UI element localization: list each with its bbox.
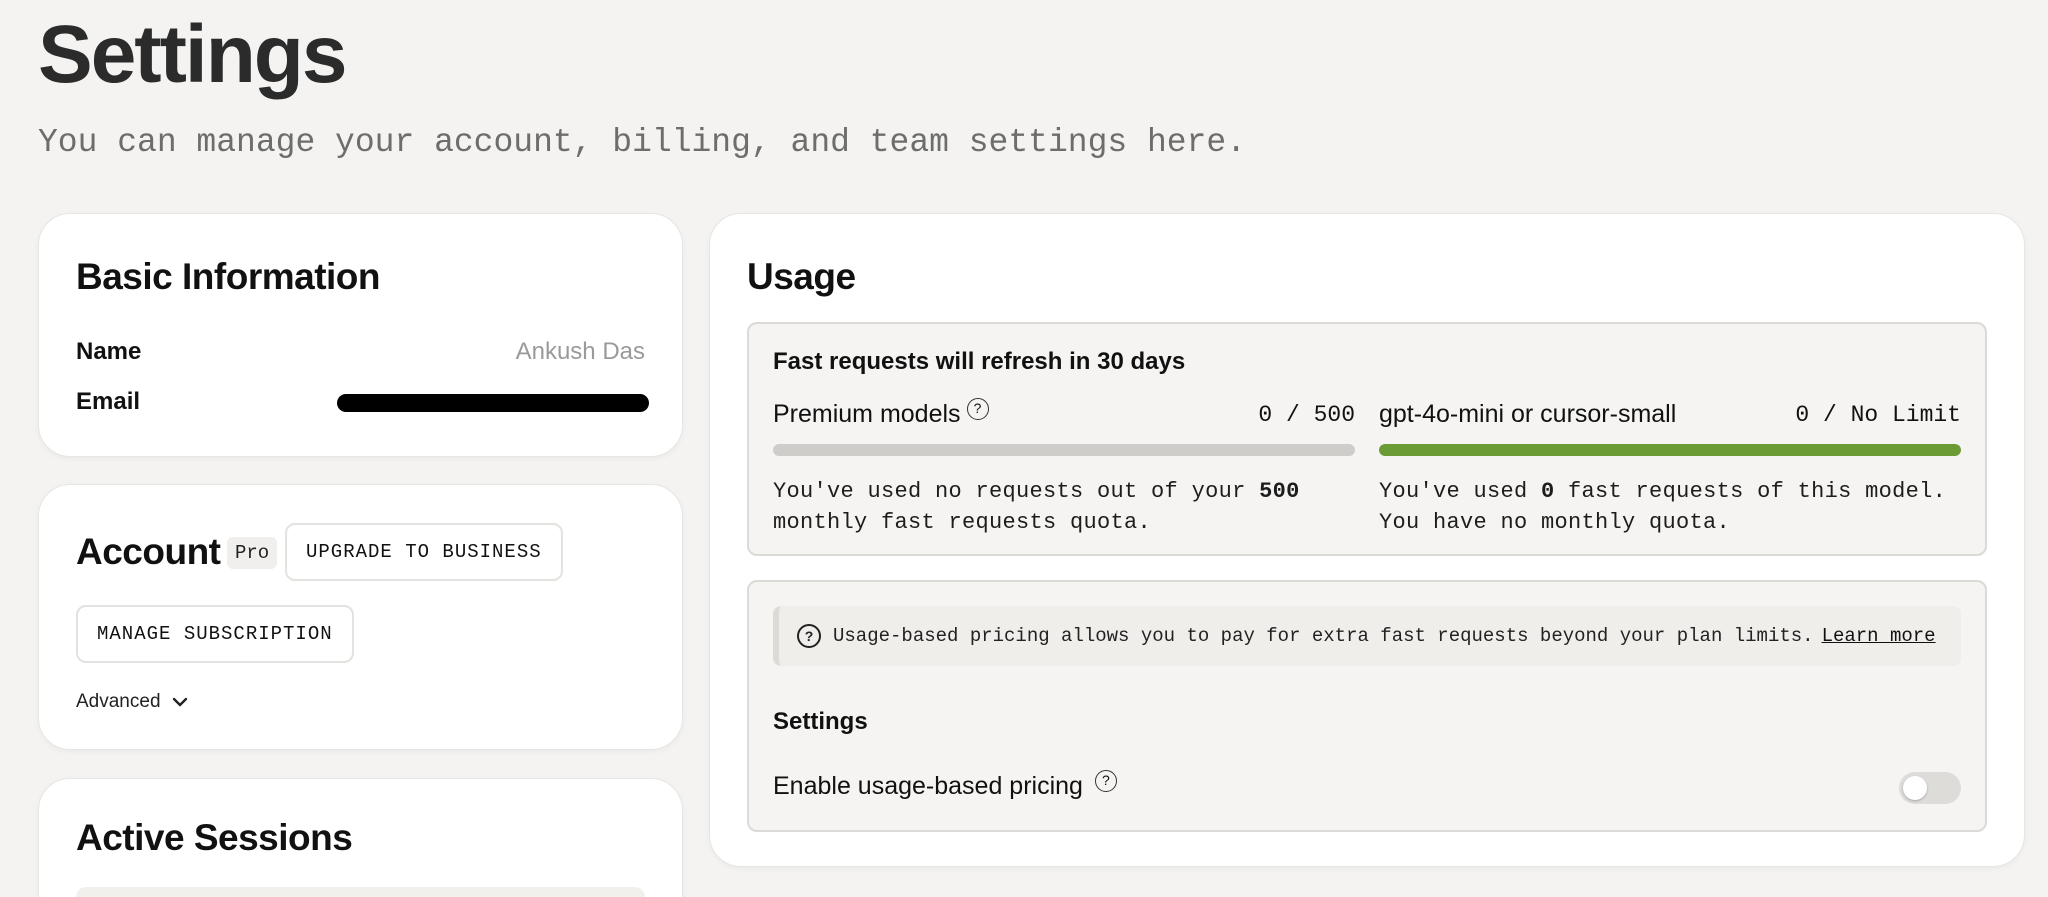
email-redaction (337, 394, 649, 412)
pricing-info-note: ? Usage-based pricing allows you to pay … (773, 606, 1961, 666)
premium-models-label: Premium models (773, 400, 961, 428)
pricing-note-text: Usage-based pricing allows you to pay fo… (833, 625, 1814, 647)
gpt-4o-mini-count: 0 / No Limit (1795, 402, 1961, 428)
gpt-4o-mini-progress-fill (1379, 444, 1961, 456)
help-icon[interactable]: ? (966, 398, 989, 420)
settings-subtitle: Settings (773, 708, 868, 735)
premium-models-description: You've used no requests out of your 500 … (773, 479, 1300, 535)
refresh-text: Fast requests will refresh in 30 days (773, 348, 1186, 375)
account-card: Account Pro UPGRADE TO BUSINESS MANAGE S… (38, 484, 683, 750)
basic-information-card: Basic Information Name Ankush Das Email (38, 213, 683, 457)
email-label: Email (76, 388, 141, 415)
advanced-label: Advanced (76, 691, 161, 712)
plan-badge: Pro (227, 537, 278, 569)
question-circle-icon: ? (797, 624, 821, 648)
page-title: Settings (38, 9, 347, 100)
gpt-4o-mini-description: You've used 0 fast requests of this mode… (1379, 479, 1947, 535)
chevron-down-icon (172, 697, 187, 707)
name-value: Ankush Das (515, 338, 645, 365)
active-sessions-card: Active Sessions (38, 778, 683, 897)
usage-pricing-panel: ? Usage-based pricing allows you to pay … (747, 580, 1987, 832)
usage-card: Usage Fast requests will refresh in 30 d… (709, 213, 2025, 867)
usage-title: Usage (747, 256, 856, 297)
advanced-toggle[interactable]: Advanced (76, 691, 189, 713)
active-sessions-title: Active Sessions (76, 817, 353, 858)
help-icon[interactable]: ? (1094, 770, 1117, 792)
session-list (76, 887, 645, 897)
basic-information-title: Basic Information (76, 256, 381, 297)
fast-requests-panel: Fast requests will refresh in 30 days Pr… (747, 322, 1987, 556)
toggle-knob (1903, 776, 1927, 800)
premium-models-count: 0 / 500 (1258, 402, 1355, 428)
gpt-4o-mini-label: gpt-4o-mini or cursor-small (1379, 400, 1677, 428)
gpt-4o-mini-progress-bar (1379, 444, 1961, 456)
account-title: Account (76, 531, 221, 572)
learn-more-link[interactable]: Learn more (1822, 625, 1936, 647)
premium-models-progress-bar (773, 444, 1355, 456)
page-subtitle: You can manage your account, billing, an… (38, 124, 1246, 161)
name-row: Name Ankush Das (76, 338, 645, 372)
manage-subscription-button[interactable]: MANAGE SUBSCRIPTION (76, 605, 354, 663)
upgrade-to-business-button[interactable]: UPGRADE TO BUSINESS (285, 523, 563, 581)
usage-pricing-toggle[interactable] (1899, 772, 1961, 804)
email-row: Email (76, 388, 649, 422)
name-label: Name (76, 338, 142, 365)
usage-pricing-toggle-label: Enable usage-based pricing (773, 772, 1083, 800)
